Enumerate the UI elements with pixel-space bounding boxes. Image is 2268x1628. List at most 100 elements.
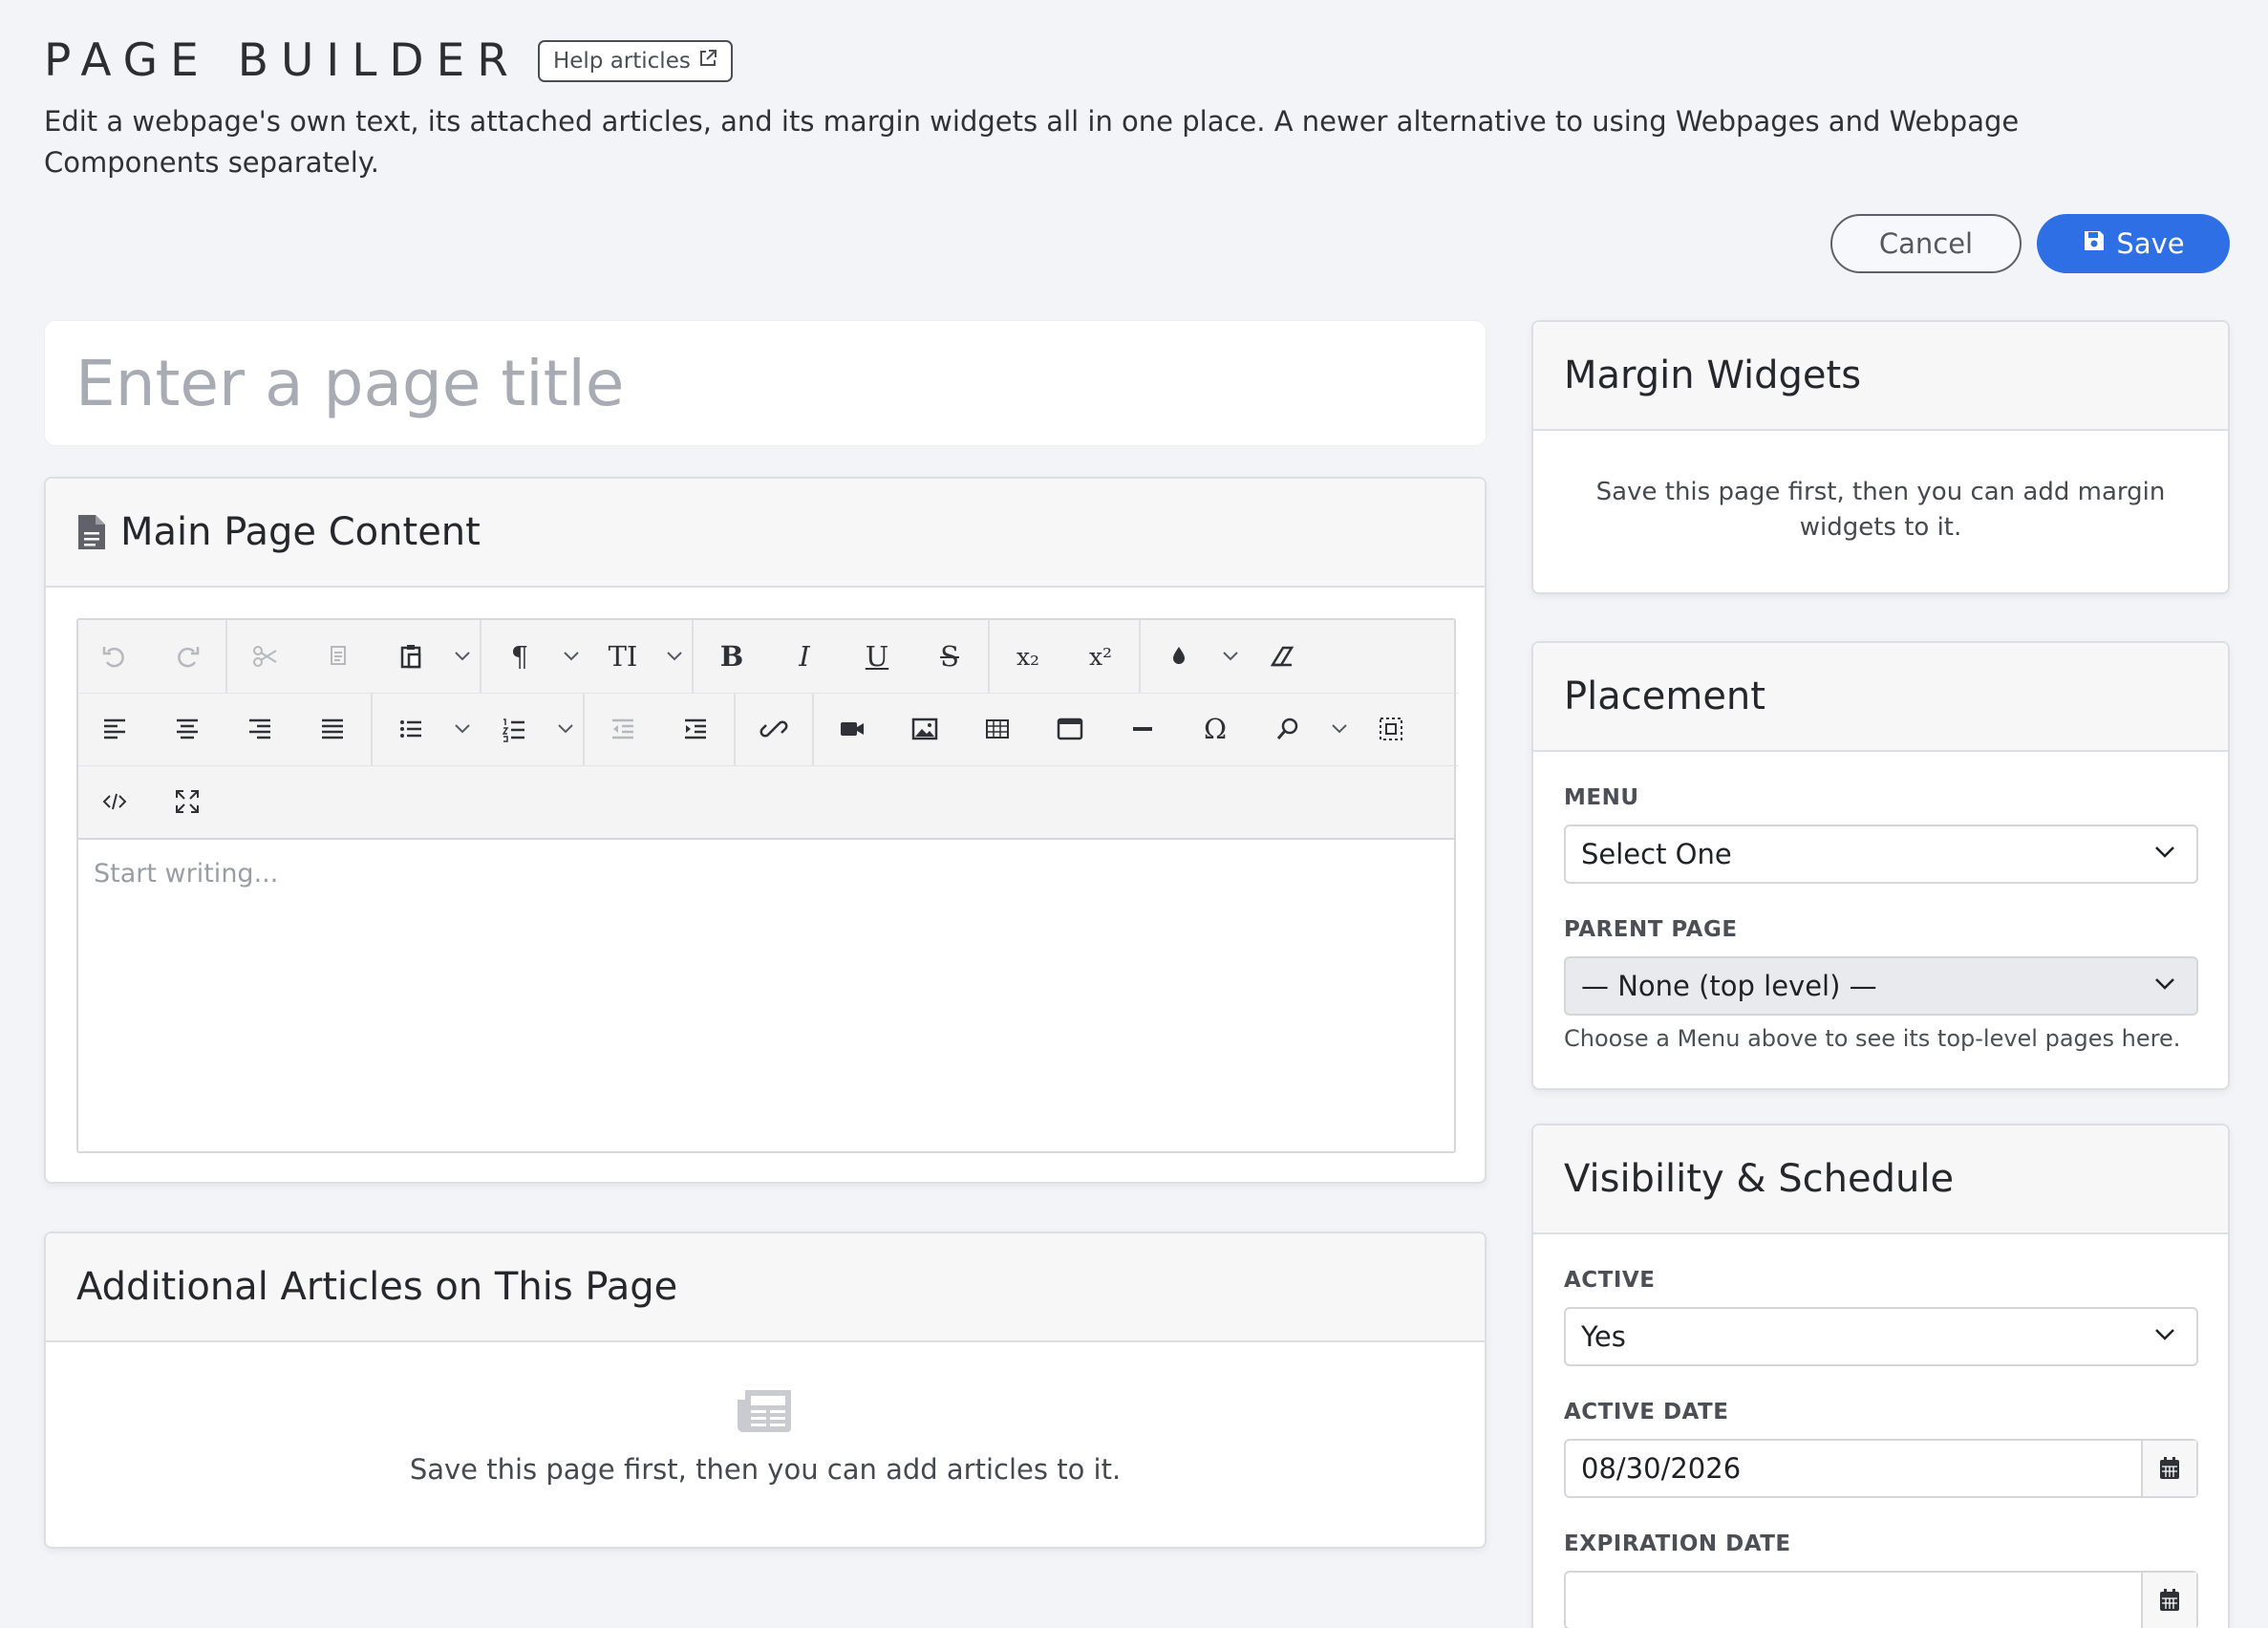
articles-header: Additional Articles on This Page bbox=[46, 1233, 1485, 1342]
menu-label: MENU bbox=[1564, 785, 1639, 810]
calendar-icon[interactable] bbox=[2141, 1573, 2196, 1628]
chevron-down-icon bbox=[2154, 846, 2175, 859]
parent-page-help: Choose a Menu above to see its top-level… bbox=[1564, 1025, 2181, 1052]
editor-content-area[interactable]: Start writing... bbox=[78, 840, 1454, 908]
editor-placeholder: Start writing... bbox=[94, 859, 279, 889]
placement-title: Placement bbox=[1564, 675, 1765, 718]
articles-message: Save this page first, then you can add a… bbox=[409, 1453, 1122, 1486]
text-size-icon[interactable]: TI bbox=[587, 620, 659, 693]
toolbar-separator bbox=[988, 620, 990, 693]
align-center-icon[interactable] bbox=[151, 693, 224, 765]
redo-icon[interactable] bbox=[151, 620, 224, 693]
chevron-down-icon[interactable] bbox=[659, 620, 690, 693]
chevron-down-icon bbox=[2154, 977, 2175, 991]
cancel-button[interactable]: Cancel bbox=[1830, 214, 2022, 273]
rich-text-editor: ¶ TI B I U S x₂ x² Ω Start writing... bbox=[76, 618, 1458, 1153]
chevron-down-icon[interactable] bbox=[556, 620, 587, 693]
placement-header: Placement bbox=[1533, 643, 2228, 752]
active-select[interactable]: Yes bbox=[1564, 1307, 2198, 1366]
cut-icon[interactable] bbox=[229, 620, 302, 693]
find-replace-icon[interactable] bbox=[1252, 693, 1324, 765]
main-content-header: Main Page Content bbox=[46, 479, 1485, 588]
bullet-list-icon[interactable] bbox=[374, 693, 447, 765]
main-content-title: Main Page Content bbox=[120, 510, 481, 554]
toolbar-separator bbox=[734, 693, 736, 765]
chevron-down-icon[interactable] bbox=[1324, 693, 1355, 765]
numbered-list-icon[interactable] bbox=[478, 693, 550, 765]
save-button[interactable]: Save bbox=[2037, 214, 2230, 273]
floppy-disk-icon bbox=[2082, 227, 2107, 260]
italic-icon[interactable]: I bbox=[768, 620, 841, 693]
document-icon bbox=[76, 513, 107, 551]
page-title-input[interactable]: Enter a page title bbox=[44, 320, 1487, 446]
toolbar-separator bbox=[1139, 620, 1141, 693]
eraser-icon[interactable] bbox=[1246, 620, 1318, 693]
toolbar-row-3 bbox=[78, 765, 1458, 838]
fullscreen-icon[interactable] bbox=[151, 765, 224, 838]
toolbar-separator bbox=[371, 693, 373, 765]
bold-icon[interactable]: B bbox=[695, 620, 768, 693]
table-icon[interactable] bbox=[961, 693, 1034, 765]
superscript-icon[interactable]: x² bbox=[1064, 620, 1137, 693]
menu-select[interactable]: Select One bbox=[1564, 825, 2198, 884]
chevron-down-icon[interactable] bbox=[1215, 620, 1246, 693]
special-character-icon[interactable]: Ω bbox=[1179, 693, 1252, 765]
paste-icon[interactable] bbox=[374, 620, 447, 693]
strikethrough-icon[interactable]: S bbox=[913, 620, 986, 693]
select-all-icon[interactable] bbox=[1355, 693, 1427, 765]
align-right-icon[interactable] bbox=[224, 693, 296, 765]
main-content-card: Main Page Content ¶ TI B I U S x₂ x² Ω S… bbox=[44, 477, 1487, 1184]
chevron-down-icon bbox=[2154, 1328, 2175, 1341]
newspaper-icon bbox=[736, 1390, 795, 1440]
chevron-down-icon[interactable] bbox=[550, 693, 581, 765]
toolbar-separator bbox=[692, 620, 694, 693]
text-color-icon[interactable] bbox=[1143, 620, 1215, 693]
active-date-input[interactable]: 08/30/2026 bbox=[1564, 1439, 2198, 1498]
code-view-icon[interactable] bbox=[78, 765, 151, 838]
indent-icon[interactable] bbox=[659, 693, 732, 765]
image-icon[interactable] bbox=[888, 693, 961, 765]
external-link-icon bbox=[698, 49, 717, 74]
link-icon[interactable] bbox=[738, 693, 810, 765]
undo-icon[interactable] bbox=[78, 620, 151, 693]
help-articles-link[interactable]: Help articles bbox=[537, 40, 733, 82]
visibility-card: Visibility & Schedule ACTIVE Yes ACTIVE … bbox=[1531, 1124, 2230, 1628]
page-description: Edit a webpage's own text, its attached … bbox=[44, 105, 2020, 179]
active-select-value: Yes bbox=[1581, 1320, 1626, 1353]
parent-page-select[interactable]: — None (top level) — bbox=[1564, 956, 2198, 1016]
chevron-down-icon[interactable] bbox=[447, 620, 478, 693]
expiration-date-label: EXPIRATION DATE bbox=[1564, 1532, 1791, 1556]
outdent-icon[interactable] bbox=[587, 693, 659, 765]
articles-title: Additional Articles on This Page bbox=[76, 1265, 678, 1309]
subscript-icon[interactable]: x₂ bbox=[992, 620, 1064, 693]
page-title: PAGE BUILDER bbox=[44, 34, 521, 87]
page-header: PAGE BUILDER Help articles bbox=[44, 34, 733, 88]
align-justify-icon[interactable] bbox=[296, 693, 369, 765]
align-left-icon[interactable] bbox=[78, 693, 151, 765]
articles-card: Additional Articles on This Page Save th… bbox=[44, 1232, 1487, 1549]
visibility-header: Visibility & Schedule bbox=[1533, 1125, 2228, 1234]
margin-widgets-header: Margin Widgets bbox=[1533, 322, 2228, 431]
copy-icon[interactable] bbox=[302, 620, 374, 693]
toolbar-separator bbox=[583, 693, 585, 765]
embed-window-icon[interactable] bbox=[1034, 693, 1106, 765]
toolbar-separator bbox=[480, 620, 481, 693]
expiration-date-input[interactable] bbox=[1564, 1571, 2198, 1628]
paragraph-icon[interactable]: ¶ bbox=[483, 620, 556, 693]
active-label: ACTIVE bbox=[1564, 1268, 1656, 1293]
horizontal-rule-icon[interactable] bbox=[1106, 693, 1179, 765]
active-date-label: ACTIVE DATE bbox=[1564, 1400, 1729, 1424]
toolbar-row-2: Ω bbox=[78, 693, 1458, 765]
video-icon[interactable] bbox=[816, 693, 888, 765]
chevron-down-icon[interactable] bbox=[447, 693, 478, 765]
calendar-icon[interactable] bbox=[2141, 1441, 2196, 1496]
toolbar-row-1: ¶ TI B I U S x₂ x² bbox=[78, 620, 1318, 693]
parent-page-value: — None (top level) — bbox=[1581, 970, 1877, 1002]
help-articles-label: Help articles bbox=[552, 49, 691, 74]
active-date-value: 08/30/2026 bbox=[1581, 1452, 1742, 1485]
placement-card: Placement MENU Select One PARENT PAGE — … bbox=[1531, 641, 2230, 1090]
parent-page-label: PARENT PAGE bbox=[1564, 917, 1738, 942]
underline-icon[interactable]: U bbox=[841, 620, 913, 693]
editor-toolbar: ¶ TI B I U S x₂ x² Ω bbox=[78, 620, 1458, 840]
toolbar-separator bbox=[812, 693, 814, 765]
